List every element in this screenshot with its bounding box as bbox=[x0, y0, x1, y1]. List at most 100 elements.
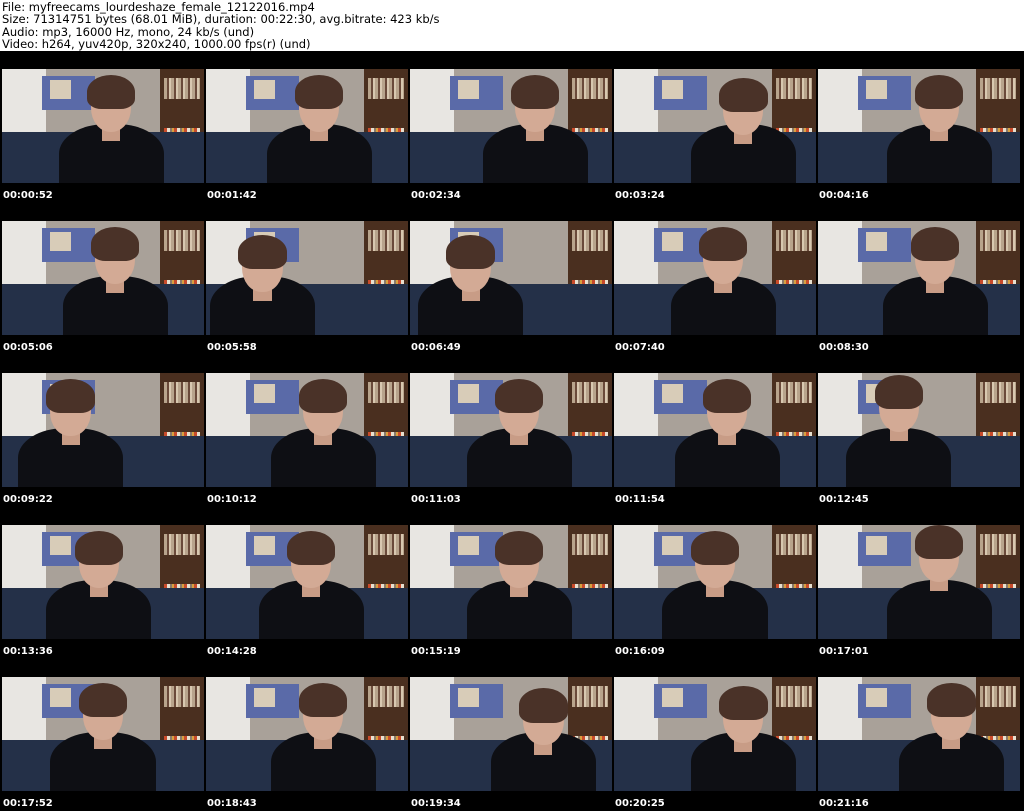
thumbnail-cell: 00:15:19 bbox=[408, 507, 612, 659]
frame-timestamp: 00:05:06 bbox=[3, 342, 53, 353]
video-frame-thumbnail bbox=[2, 69, 204, 183]
frame-books1 bbox=[163, 382, 200, 403]
video-frame-thumbnail bbox=[410, 525, 612, 639]
frame-books1 bbox=[367, 78, 404, 99]
video-frame-thumbnail bbox=[614, 525, 816, 639]
video-frame-thumbnail bbox=[410, 69, 612, 183]
frame-timestamp: 00:08:30 bbox=[819, 342, 869, 353]
frame-hair bbox=[86, 74, 136, 109]
frame-timestamp: 00:06:49 bbox=[411, 342, 461, 353]
frame-hair bbox=[719, 686, 768, 721]
frame-art2 bbox=[50, 688, 71, 707]
thumbnail-cell: 00:00:52 bbox=[0, 51, 204, 203]
frame-timestamp: 00:17:01 bbox=[819, 646, 869, 657]
frame-books1 bbox=[571, 78, 608, 99]
frame-books1 bbox=[979, 382, 1016, 403]
frame-timestamp: 00:21:16 bbox=[819, 798, 869, 809]
frame-timestamp: 00:01:42 bbox=[207, 190, 257, 201]
video-frame-thumbnail bbox=[614, 221, 816, 335]
frame-timestamp: 00:18:43 bbox=[207, 798, 257, 809]
thumbnail-cell: 00:17:01 bbox=[816, 507, 1020, 659]
frame-art2 bbox=[50, 232, 71, 251]
frame-timestamp: 00:00:52 bbox=[3, 190, 53, 201]
frame-hair bbox=[874, 375, 924, 410]
frame-art2 bbox=[866, 232, 887, 251]
frame-books1 bbox=[775, 230, 812, 251]
video-frame-thumbnail bbox=[206, 525, 408, 639]
thumbnail-cell: 00:11:03 bbox=[408, 355, 612, 507]
video-frame-thumbnail bbox=[410, 677, 612, 791]
video-frame-thumbnail bbox=[206, 677, 408, 791]
file-info-header: File: myfreecams_lourdeshaze_female_1212… bbox=[0, 0, 1024, 51]
frame-timestamp: 00:03:24 bbox=[615, 190, 665, 201]
frame-timestamp: 00:17:52 bbox=[3, 798, 53, 809]
thumbnail-cell: 00:03:24 bbox=[612, 51, 816, 203]
video-frame-thumbnail bbox=[614, 373, 816, 487]
thumbnail-cell: 00:13:36 bbox=[0, 507, 204, 659]
frame-timestamp: 00:10:12 bbox=[207, 494, 257, 505]
video-frame-thumbnail bbox=[410, 221, 612, 335]
frame-books1 bbox=[775, 686, 812, 707]
frame-art2 bbox=[458, 536, 479, 555]
frame-timestamp: 00:11:03 bbox=[411, 494, 461, 505]
frame-books1 bbox=[163, 534, 200, 555]
frame-art2 bbox=[866, 80, 887, 99]
frame-hair bbox=[927, 682, 976, 717]
thumbnail-cell: 00:04:16 bbox=[816, 51, 1020, 203]
frame-art2 bbox=[458, 688, 479, 707]
frame-books1 bbox=[571, 534, 608, 555]
frame-timestamp: 00:11:54 bbox=[615, 494, 665, 505]
frame-hair bbox=[74, 530, 124, 565]
thumbnail-cell: 00:10:12 bbox=[204, 355, 408, 507]
contact-sheet-grid: 00:00:52 00:01:42 00:02:34 00:03:24 00:04:16… bbox=[0, 51, 1024, 811]
frame-art2 bbox=[254, 688, 275, 707]
video-frame-thumbnail bbox=[818, 69, 1020, 183]
frame-art2 bbox=[662, 80, 683, 99]
frame-hair bbox=[294, 74, 344, 109]
video-frame-thumbnail bbox=[818, 525, 1020, 639]
frame-books1 bbox=[775, 534, 812, 555]
frame-timestamp: 00:09:22 bbox=[3, 494, 53, 505]
frame-books1 bbox=[571, 686, 608, 707]
frame-books1 bbox=[571, 382, 608, 403]
thumbnail-cell: 00:07:40 bbox=[612, 203, 816, 355]
frame-timestamp: 00:20:25 bbox=[615, 798, 665, 809]
frame-art2 bbox=[662, 384, 683, 403]
video-frame-thumbnail bbox=[2, 525, 204, 639]
frame-art2 bbox=[662, 688, 683, 707]
frame-timestamp: 00:04:16 bbox=[819, 190, 869, 201]
frame-timestamp: 00:13:36 bbox=[3, 646, 53, 657]
frame-books1 bbox=[367, 686, 404, 707]
frame-timestamp: 00:12:45 bbox=[819, 494, 869, 505]
frame-books1 bbox=[775, 78, 812, 99]
frame-books1 bbox=[367, 534, 404, 555]
video-frame-thumbnail bbox=[410, 373, 612, 487]
frame-timestamp: 00:14:28 bbox=[207, 646, 257, 657]
thumbnail-cell: 00:02:34 bbox=[408, 51, 612, 203]
frame-timestamp: 00:16:09 bbox=[615, 646, 665, 657]
thumbnail-cell: 00:05:58 bbox=[204, 203, 408, 355]
frame-timestamp: 00:07:40 bbox=[615, 342, 665, 353]
frame-art2 bbox=[254, 80, 275, 99]
frame-hair bbox=[90, 226, 140, 261]
thumbnail-cell: 00:01:42 bbox=[204, 51, 408, 203]
frame-timestamp: 00:05:58 bbox=[207, 342, 257, 353]
video-frame-thumbnail bbox=[818, 677, 1020, 791]
thumbnail-cell: 00:18:43 bbox=[204, 659, 408, 811]
frame-books1 bbox=[979, 78, 1016, 99]
frame-books1 bbox=[367, 382, 404, 403]
frame-books1 bbox=[571, 230, 608, 251]
frame-hair bbox=[914, 525, 964, 560]
frame-art2 bbox=[866, 536, 887, 555]
video-frame-thumbnail bbox=[818, 221, 1020, 335]
frame-hair bbox=[298, 682, 348, 717]
thumbnail-cell: 00:11:54 bbox=[612, 355, 816, 507]
thumbnail-cell: 00:08:30 bbox=[816, 203, 1020, 355]
frame-art2 bbox=[662, 536, 683, 555]
frame-books1 bbox=[775, 382, 812, 403]
frame-art2 bbox=[866, 688, 887, 707]
frame-books1 bbox=[979, 686, 1016, 707]
frame-books1 bbox=[163, 78, 200, 99]
frame-art2 bbox=[50, 536, 71, 555]
frame-art2 bbox=[50, 80, 71, 99]
